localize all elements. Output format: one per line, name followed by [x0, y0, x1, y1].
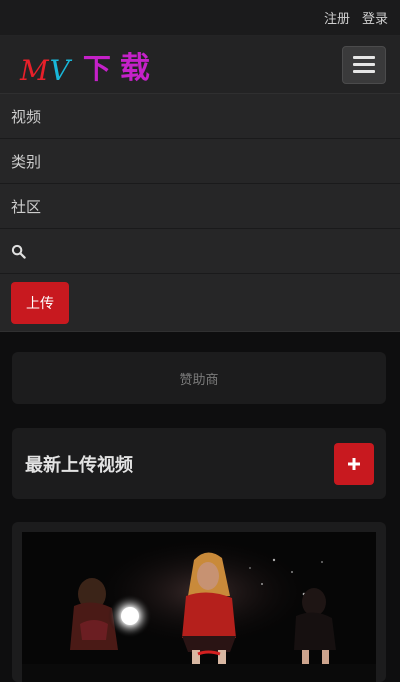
- hamburger-icon-bar: [353, 63, 375, 66]
- video-card[interactable]: [12, 522, 386, 682]
- add-video-button[interactable]: [334, 442, 374, 485]
- logo-letter-v: V: [49, 53, 70, 87]
- sponsor-text: 赞助商: [179, 372, 219, 388]
- navbar: M V 下 载: [0, 36, 400, 94]
- upload-button[interactable]: 上传: [11, 281, 69, 324]
- nav-menu: 视频 类别 社区 上传: [0, 94, 400, 332]
- nav-item-label: 视频: [11, 107, 42, 126]
- video-thumbnail-image: [22, 532, 376, 682]
- nav-item-community[interactable]: 社区: [0, 184, 400, 229]
- video-thumbnail[interactable]: [22, 532, 376, 682]
- plus-icon: [348, 457, 360, 470]
- top-utility-bar: 注册 登录: [0, 0, 400, 36]
- nav-item-label: 社区: [11, 197, 42, 216]
- logo-char-2: 载: [119, 50, 150, 86]
- latest-videos-panel: 最新上传视频: [12, 428, 386, 499]
- hamburger-icon-bar: [353, 56, 375, 59]
- nav-item-search[interactable]: [0, 229, 400, 274]
- site-logo[interactable]: M V 下 载: [20, 43, 150, 87]
- logo-char-1: 下: [82, 51, 111, 85]
- search-icon: [11, 244, 26, 259]
- nav-item-videos[interactable]: 视频: [0, 94, 400, 139]
- sponsor-panel: 赞助商: [12, 352, 386, 404]
- latest-videos-title: 最新上传视频: [25, 454, 133, 476]
- menu-toggle-button[interactable]: [342, 45, 386, 84]
- nav-item-categories[interactable]: 类别: [0, 139, 400, 184]
- logo-letter-m: M: [20, 53, 49, 87]
- nav-item-label: 类别: [11, 152, 42, 171]
- register-link[interactable]: 注册: [324, 8, 350, 27]
- login-link[interactable]: 登录: [362, 8, 388, 27]
- hamburger-icon-bar: [353, 70, 375, 73]
- upload-row: 上传: [0, 274, 400, 332]
